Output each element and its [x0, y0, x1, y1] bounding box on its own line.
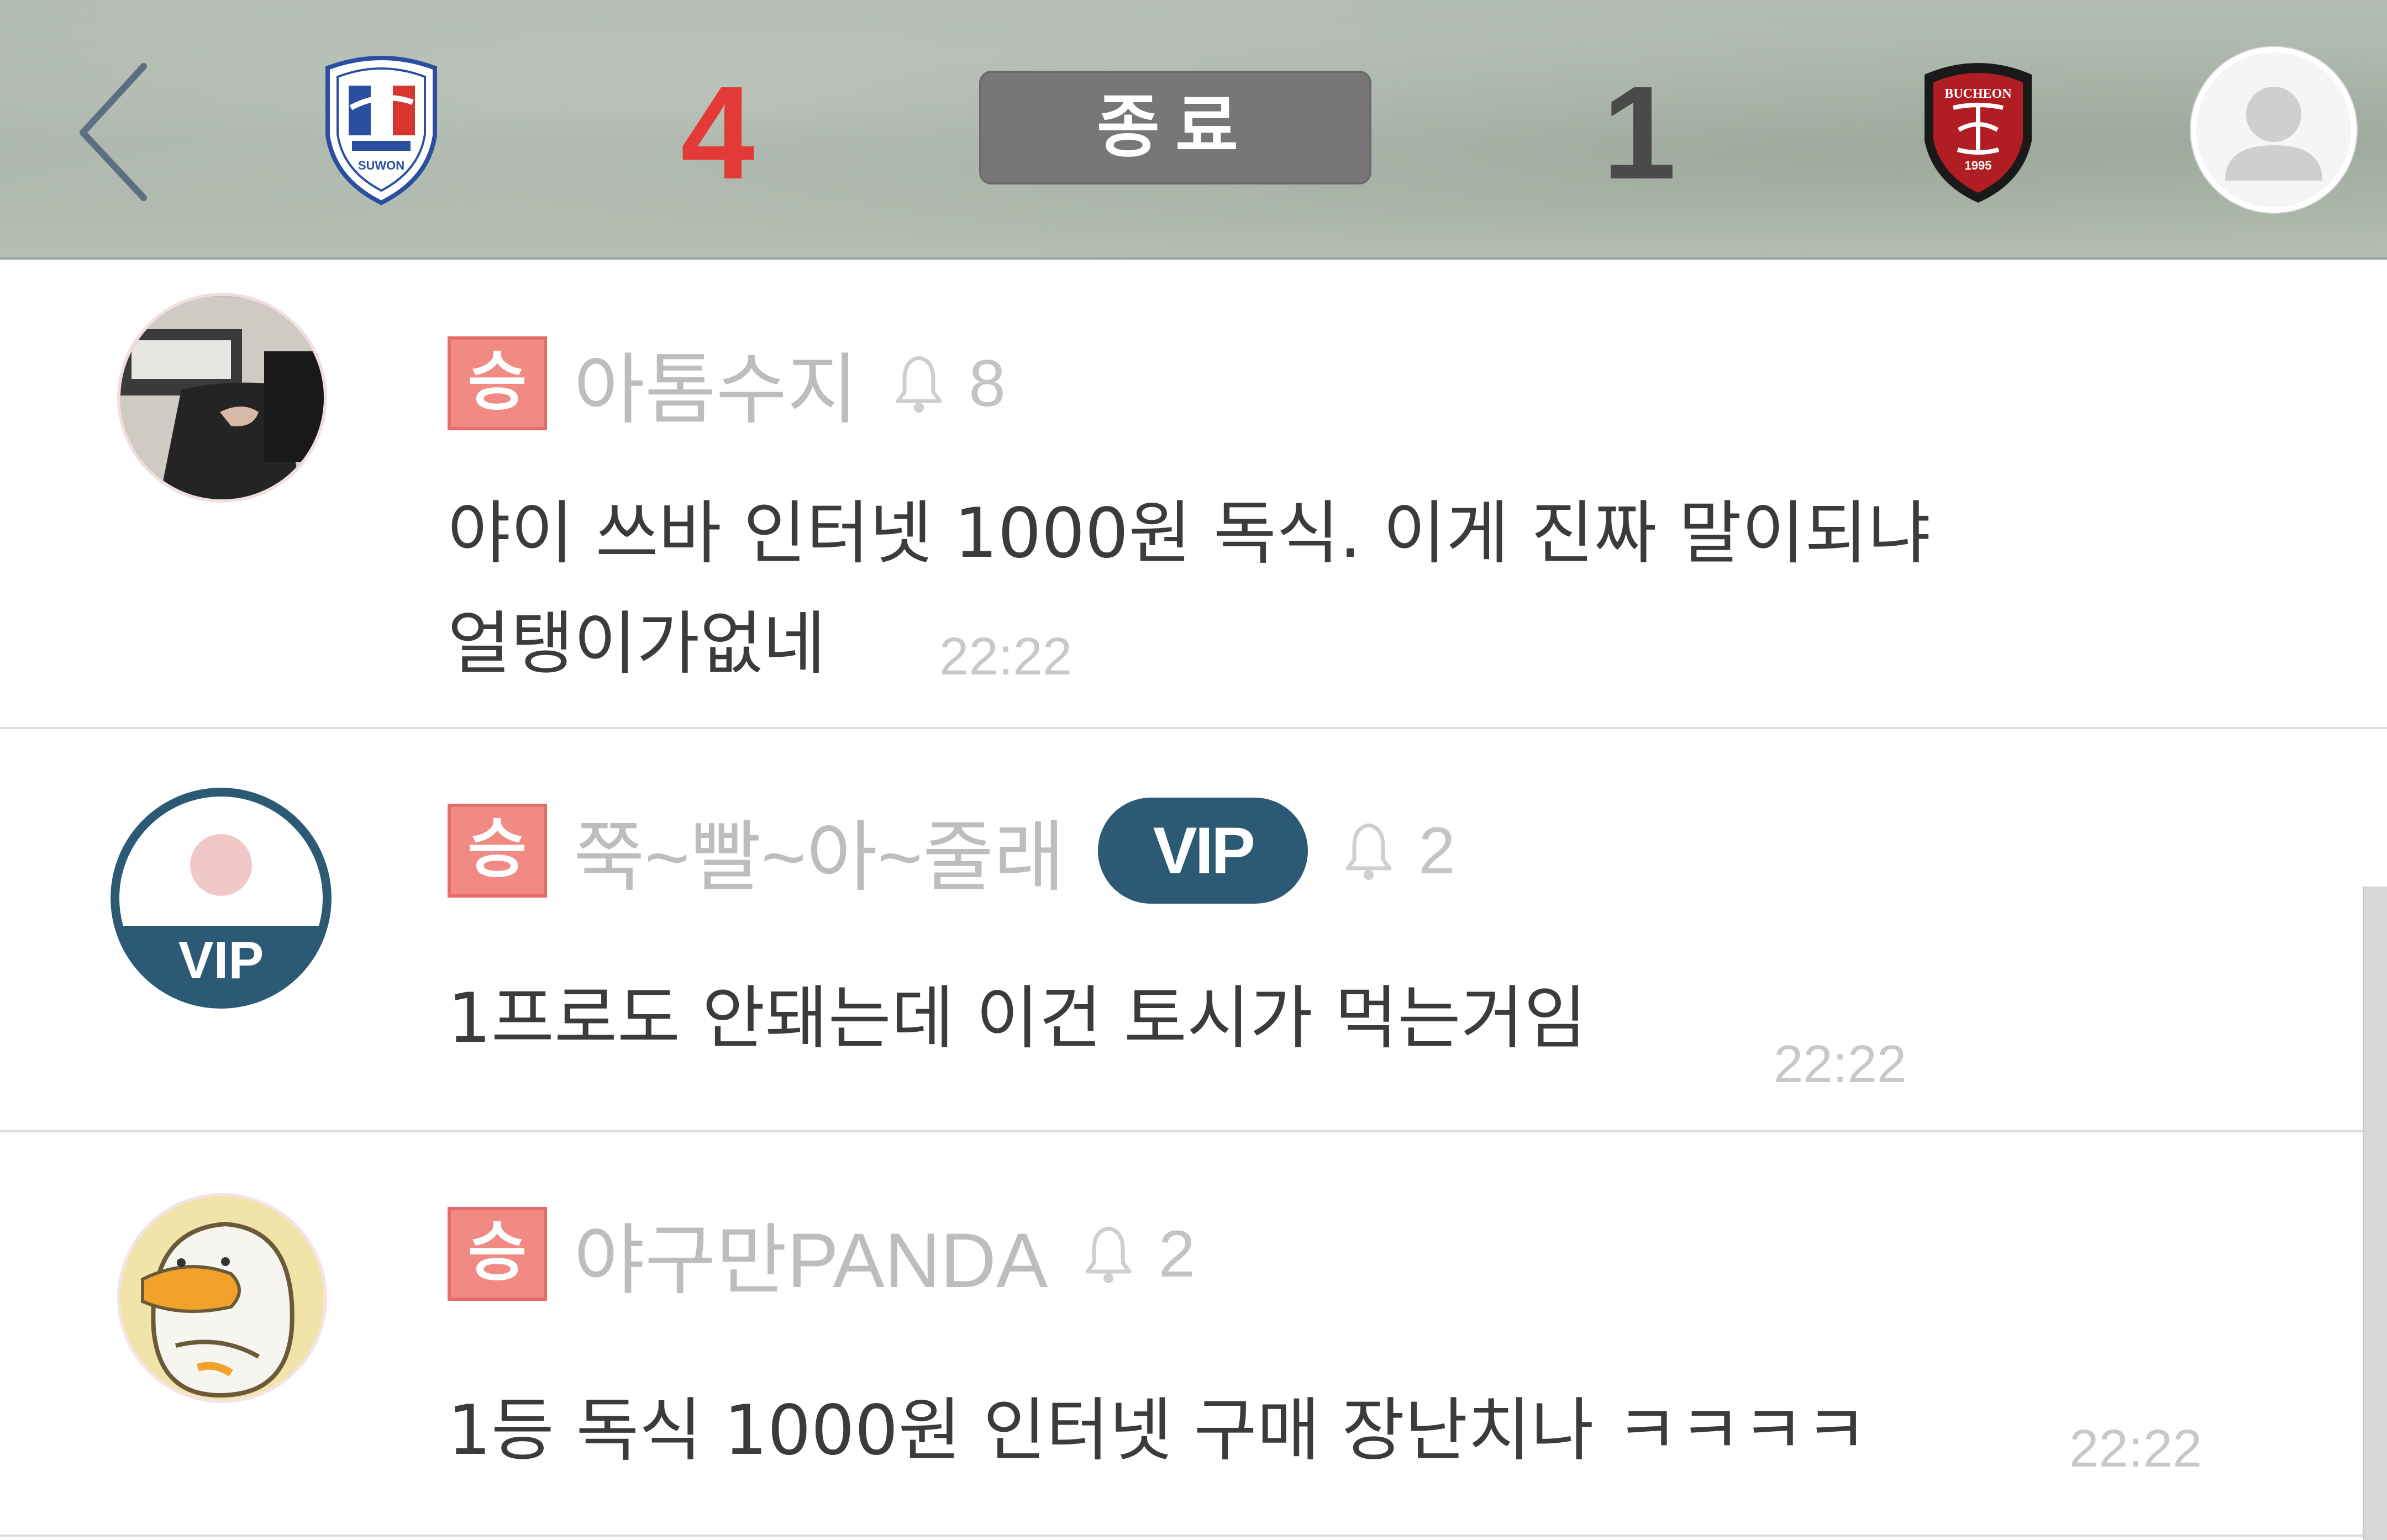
avatar-vip-label: VIP — [178, 931, 264, 990]
bell-icon[interactable] — [1081, 1221, 1136, 1287]
comment-item: VIP 승 쭉~빨~아~줄래 VIP 2 1프로도 안돼는데 이건 토시가 먹는… — [0, 729, 2387, 1132]
vip-badge: VIP — [1098, 798, 1308, 904]
away-logo-text: BUCHEON — [1944, 87, 2012, 101]
nickname[interactable]: 야구만PANDA — [574, 1198, 1048, 1310]
away-logo-year: 1995 — [1965, 159, 1992, 172]
my-profile-button[interactable] — [2191, 47, 2357, 213]
bell-count: 2 — [1158, 1217, 1196, 1291]
away-team-logo[interactable]: BUCHEON 1995 — [1915, 52, 2042, 207]
comment-meta: 승 야구만PANDA 2 — [448, 1204, 1195, 1304]
home-score: 4 — [681, 59, 755, 207]
win-badge: 승 — [448, 1207, 547, 1301]
comment-text: 1등 독식 1000원 인터넷 구매 장난치나 ㅋㅋㅋㅋ — [448, 1375, 1868, 1486]
chevron-left-icon — [80, 63, 147, 201]
comment-meta: 승 아톰수지 8 — [448, 334, 1006, 433]
nickname[interactable]: 아톰수지 — [574, 328, 858, 439]
bell-count: 8 — [969, 346, 1006, 420]
comment-line: 야이 쓰바 인터넷 1000원 독식. 이게 진짜 말이되냐 — [448, 494, 1931, 573]
back-button[interactable] — [66, 55, 166, 210]
bell-icon[interactable] — [891, 350, 947, 416]
comment-text: 야이 쓰바 인터넷 1000원 독식. 이게 진짜 말이되냐 얼탱이가없네 — [448, 478, 1931, 699]
bell-icon[interactable] — [1341, 818, 1396, 884]
win-badge: 승 — [448, 336, 547, 430]
nickname[interactable]: 쭉~빨~아~줄래 — [574, 795, 1065, 906]
comment-line: 1등 독식 1000원 인터넷 구매 장난치나 ㅋㅋㅋㅋ — [448, 1391, 1868, 1470]
comment-line: 1프로도 안돼는데 이건 토시가 먹는거임 — [448, 979, 1587, 1058]
home-team-logo[interactable]: SUWON — [318, 52, 445, 207]
comment-time: 22:22 — [939, 627, 1072, 686]
comment-item: 승 야구만PANDA 2 1등 독식 1000원 인터넷 구매 장난치나 ㅋㅋㅋ… — [0, 1132, 2387, 1537]
avatar[interactable]: VIP — [111, 788, 332, 1009]
comment-text: 1프로도 안돼는데 이건 토시가 먹는거임 — [448, 963, 1587, 1074]
comment-time: 22:22 — [1774, 1035, 1907, 1094]
comment-time: 22:22 — [2069, 1419, 2202, 1478]
home-logo-text: SUWON — [358, 159, 404, 172]
match-header: SUWON 4 종료 1 BUCHEON 1995 — [0, 0, 2387, 260]
bell-count: 2 — [1418, 814, 1456, 888]
comment-line: 얼탱이가없네 — [448, 604, 826, 684]
scrollbar[interactable] — [2363, 887, 2387, 1540]
away-score: 1 — [1602, 59, 1676, 207]
avatar[interactable] — [117, 293, 327, 503]
win-badge: 승 — [448, 804, 547, 898]
avatar[interactable] — [117, 1193, 327, 1403]
comment-item: 승 아톰수지 8 야이 쓰바 인터넷 1000원 독식. 이게 진짜 말이되냐 … — [0, 262, 2387, 729]
user-icon — [2225, 87, 2322, 181]
match-status-badge: 종료 — [979, 71, 1371, 184]
comment-meta: 승 쭉~빨~아~줄래 VIP 2 — [448, 798, 1456, 904]
